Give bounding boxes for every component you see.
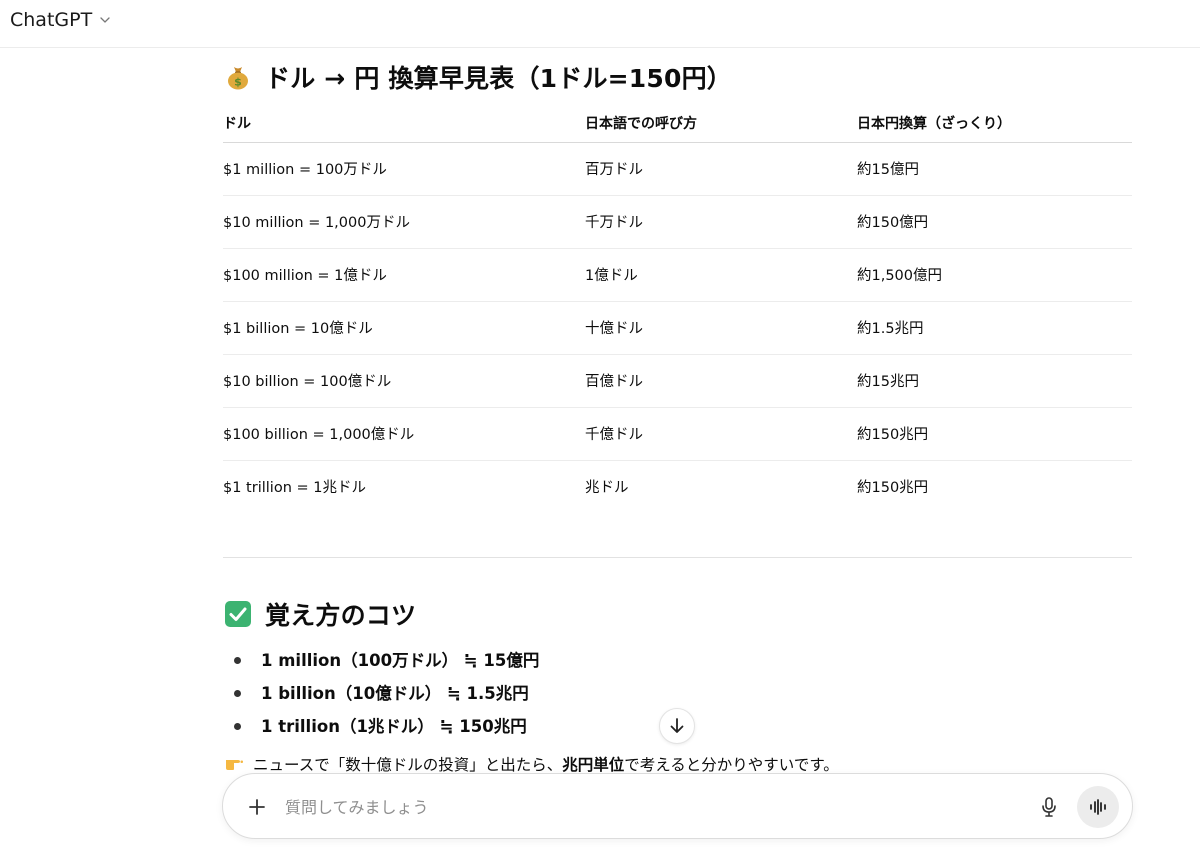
cell-dollar: $1 million = 100万ドル xyxy=(223,142,585,196)
cell-japanese-name: 十億ドル xyxy=(585,301,857,355)
table-header-row: ドル 日本語での呼び方 日本円換算（ざっくり） xyxy=(223,105,1132,143)
cell-dollar: $1 trillion = 1兆ドル xyxy=(223,480,366,497)
assistant-message: $ ドル → 円 換算早見表（1ドル=150円） ドル 日本語での呼び方 日本円… xyxy=(223,48,1132,774)
top-bar: ChatGPT xyxy=(0,0,1200,48)
cell-yen: 約15兆円 xyxy=(857,354,1132,408)
money-bag-icon: $ xyxy=(223,62,253,92)
svg-text:$: $ xyxy=(234,76,242,89)
cell-japanese-name: 千億ドル xyxy=(585,407,857,461)
tip-note-text: ニュースで「数十億ドルの投資」と出たら、兆円単位で考えると分かりやすいです。 xyxy=(253,753,839,775)
list-item: 1 million（100万ドル） ≒ 15億円 xyxy=(223,644,1132,677)
section-divider xyxy=(223,557,1132,558)
cell-yen: 約150兆円 xyxy=(857,407,1132,461)
cell-yen: 約150億円 xyxy=(857,195,1132,249)
plus-icon xyxy=(249,799,265,815)
pointing-hand-icon xyxy=(223,751,245,777)
tip-note-after: で考えると分かりやすいです。 xyxy=(624,756,839,774)
model-name: ChatGPT xyxy=(10,9,93,31)
cell-dollar: $10 billion = 100億ドル xyxy=(223,354,585,408)
table-row: $1 million = 100万ドル 百万ドル 約15億円 xyxy=(223,142,1132,196)
cell-dollar: $10 million = 1,000万ドル xyxy=(223,195,585,249)
cell-dollar: $1 billion = 10億ドル xyxy=(223,301,585,355)
cell-dollar: $100 billion = 1,000億ドル xyxy=(223,407,585,461)
cell-yen: 約1.5兆円 xyxy=(857,301,1132,355)
column-header-yen-conversion: 日本円換算（ざっくり） xyxy=(857,105,1132,143)
table-row: $100 billion = 1,000億ドル 千億ドル 約150兆円 xyxy=(223,407,1132,461)
column-header-dollar: ドル xyxy=(223,105,585,143)
table-row: $100 million = 1億ドル 1億ドル 約1,500億円 xyxy=(223,248,1132,302)
chevron-down-icon xyxy=(100,17,110,23)
table-row: $1 billion = 10億ドル 十億ドル 約1.5兆円 xyxy=(223,301,1132,355)
scroll-to-bottom-button[interactable] xyxy=(659,708,695,744)
cell-japanese-name: 百万ドル xyxy=(585,142,857,196)
cell-yen: 約1,500億円 xyxy=(857,248,1132,302)
tips-title: 覚え方のコツ xyxy=(265,601,417,630)
tip-note-bold: 兆円単位 xyxy=(562,756,625,774)
cell-dollar: $100 million = 1億ドル xyxy=(223,248,585,302)
column-header-japanese-name: 日本語での呼び方 xyxy=(585,105,857,143)
voice-mode-button[interactable] xyxy=(1077,786,1119,828)
table-row: $10 billion = 100億ドル 百億ドル 約15兆円 xyxy=(223,354,1132,408)
cell-japanese-name: 百億ドル xyxy=(585,354,857,408)
table-row: $10 million = 1,000万ドル 千万ドル 約150億円 xyxy=(223,195,1132,249)
check-mark-button-icon xyxy=(223,599,253,629)
add-attachment-button[interactable] xyxy=(243,793,271,821)
microphone-icon xyxy=(1042,797,1056,817)
conversion-heading: $ ドル → 円 換算早見表（1ドル=150円） xyxy=(223,51,1132,103)
cell-japanese-name: 1億ドル xyxy=(585,248,857,302)
tip-note-before: ニュースで「数十億ドルの投資」と出たら、 xyxy=(253,756,563,774)
model-switcher[interactable]: ChatGPT xyxy=(10,6,112,34)
tips-heading: 覚え方のコツ xyxy=(223,588,1132,640)
message-composer xyxy=(222,773,1133,839)
cell-yen: 約15億円 xyxy=(857,142,1132,196)
conversion-title: ドル → 円 換算早見表（1ドル=150円） xyxy=(265,64,732,93)
cell-japanese-name: 千万ドル xyxy=(585,195,857,249)
conversion-table: ドル 日本語での呼び方 日本円換算（ざっくり） $1 million = 100… xyxy=(223,105,1132,513)
cell-japanese-name: 兆ドル xyxy=(585,480,629,497)
dictate-button[interactable] xyxy=(1035,793,1063,821)
list-item: 1 billion（10億ドル） ≒ 1.5兆円 xyxy=(223,677,1132,710)
chat-input[interactable] xyxy=(285,792,1005,822)
voice-mode-icon xyxy=(1090,799,1106,815)
cell-yen: 約150兆円 xyxy=(857,480,929,497)
table-row: $1 trillion = 1兆ドル 兆ドル 約150兆円 xyxy=(223,460,1132,513)
arrow-down-icon xyxy=(670,718,684,733)
tips-section: 覚え方のコツ 1 million（100万ドル） ≒ 15億円 1 billio… xyxy=(223,588,1132,777)
